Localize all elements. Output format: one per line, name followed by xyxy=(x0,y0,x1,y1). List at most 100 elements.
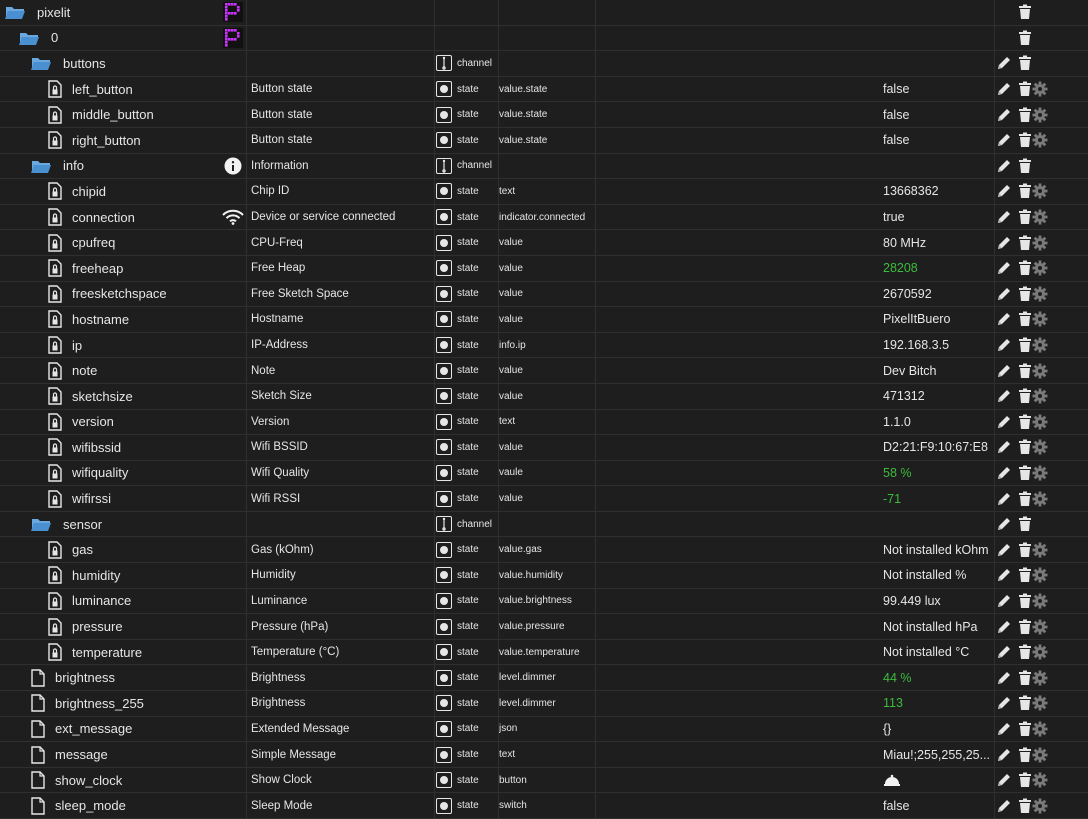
tree-state-row[interactable]: left_button Button state state value.state f… xyxy=(0,76,1088,103)
edit-pencil-icon[interactable] xyxy=(996,644,1012,660)
object-value[interactable]: 44 % xyxy=(883,665,995,690)
delete-trash-icon[interactable] xyxy=(1018,644,1032,660)
object-value[interactable]: Not installed kOhm xyxy=(883,537,995,562)
object-name-cell[interactable]: ext_message xyxy=(0,717,251,742)
settings-gear-icon[interactable] xyxy=(1032,260,1048,276)
tree-state-row[interactable]: chipid Chip ID state text 13668362 xyxy=(0,179,1088,205)
object-name[interactable]: humidity xyxy=(72,568,120,583)
edit-pencil-icon[interactable] xyxy=(996,55,1012,71)
delete-trash-icon[interactable] xyxy=(1018,619,1032,635)
object-value[interactable]: false xyxy=(883,77,995,102)
delete-trash-icon[interactable] xyxy=(1018,567,1032,583)
edit-action[interactable] xyxy=(996,388,1012,404)
object-name[interactable]: note xyxy=(72,363,97,378)
gear-action[interactable] xyxy=(1032,132,1048,148)
edit-action[interactable] xyxy=(996,209,1012,225)
edit-pencil-icon[interactable] xyxy=(996,491,1012,507)
settings-gear-icon[interactable] xyxy=(1032,414,1048,430)
object-value[interactable] xyxy=(883,51,995,76)
folder-open-icon[interactable] xyxy=(31,516,51,532)
object-name[interactable]: wifirssi xyxy=(72,491,111,506)
delete-trash-icon[interactable] xyxy=(1018,260,1032,276)
edit-pencil-icon[interactable] xyxy=(996,286,1012,302)
object-name-cell[interactable]: 0 xyxy=(0,26,239,51)
edit-pencil-icon[interactable] xyxy=(996,107,1012,123)
delete-action[interactable] xyxy=(1018,798,1032,814)
object-name[interactable]: freesketchspace xyxy=(72,286,167,301)
settings-gear-icon[interactable] xyxy=(1032,747,1048,763)
gear-action[interactable] xyxy=(1032,619,1048,635)
edit-action[interactable] xyxy=(996,747,1012,763)
object-name[interactable]: ext_message xyxy=(55,721,132,736)
object-value[interactable]: 99.449 lux xyxy=(883,589,995,614)
delete-action[interactable] xyxy=(1018,286,1032,302)
delete-trash-icon[interactable] xyxy=(1018,491,1032,507)
gear-action[interactable] xyxy=(1032,388,1048,404)
object-name-cell[interactable]: sleep_mode xyxy=(0,793,251,818)
object-value[interactable]: false xyxy=(883,793,995,818)
object-name-cell[interactable]: brightness_255 xyxy=(0,691,251,716)
object-value[interactable]: D2:21:F9:10:67:E8 xyxy=(883,435,995,460)
edit-action[interactable] xyxy=(996,491,1012,507)
delete-trash-icon[interactable] xyxy=(1018,388,1032,404)
object-value[interactable]: 2670592 xyxy=(883,282,995,307)
object-value[interactable] xyxy=(883,768,995,793)
object-name-cell[interactable]: show_clock xyxy=(0,768,251,793)
object-name[interactable]: ip xyxy=(72,338,82,353)
delete-trash-icon[interactable] xyxy=(1018,183,1032,199)
object-name[interactable]: wifibssid xyxy=(72,440,121,455)
tree-state-row[interactable]: ip IP-Address state info.ip 192.168.3.5 xyxy=(0,332,1088,359)
object-name[interactable]: message xyxy=(55,747,108,762)
delete-trash-icon[interactable] xyxy=(1018,311,1032,327)
object-value[interactable]: PixelItBuero xyxy=(883,307,995,332)
object-name-cell[interactable]: pixelit xyxy=(0,0,225,25)
tree-folder-row[interactable]: pixelit xyxy=(0,0,1088,26)
object-name[interactable]: right_button xyxy=(72,133,141,148)
delete-action[interactable] xyxy=(1018,439,1032,455)
settings-gear-icon[interactable] xyxy=(1032,132,1048,148)
delete-action[interactable] xyxy=(1018,619,1032,635)
tree-state-row[interactable]: cpufreq CPU-Freq state value 80 MHz xyxy=(0,230,1088,256)
delete-action[interactable] xyxy=(1018,644,1032,660)
gear-action[interactable] xyxy=(1032,286,1048,302)
edit-action[interactable] xyxy=(996,567,1012,583)
object-name[interactable]: freeheap xyxy=(72,261,123,276)
settings-gear-icon[interactable] xyxy=(1032,798,1048,814)
edit-pencil-icon[interactable] xyxy=(996,439,1012,455)
edit-pencil-icon[interactable] xyxy=(996,772,1012,788)
settings-gear-icon[interactable] xyxy=(1032,388,1048,404)
delete-action[interactable] xyxy=(1018,158,1032,174)
edit-pencil-icon[interactable] xyxy=(996,747,1012,763)
edit-pencil-icon[interactable] xyxy=(996,132,1012,148)
delete-trash-icon[interactable] xyxy=(1018,4,1032,20)
object-name[interactable]: pixelit xyxy=(37,5,70,20)
settings-gear-icon[interactable] xyxy=(1032,567,1048,583)
edit-action[interactable] xyxy=(996,107,1012,123)
edit-pencil-icon[interactable] xyxy=(996,183,1012,199)
gear-action[interactable] xyxy=(1032,107,1048,123)
settings-gear-icon[interactable] xyxy=(1032,286,1048,302)
object-name[interactable]: temperature xyxy=(72,645,142,660)
object-name[interactable]: gas xyxy=(72,542,93,557)
settings-gear-icon[interactable] xyxy=(1032,644,1048,660)
object-name[interactable]: version xyxy=(72,414,114,429)
settings-gear-icon[interactable] xyxy=(1032,593,1048,609)
tree-state-row[interactable]: wifibssid Wifi BSSID state value D2:21:F9:10… xyxy=(0,435,1088,461)
edit-action[interactable] xyxy=(996,235,1012,251)
gear-action[interactable] xyxy=(1032,465,1048,481)
edit-action[interactable] xyxy=(996,337,1012,353)
edit-pencil-icon[interactable] xyxy=(996,516,1012,532)
object-name[interactable]: buttons xyxy=(63,56,106,71)
edit-action[interactable] xyxy=(996,81,1012,97)
edit-pencil-icon[interactable] xyxy=(996,388,1012,404)
edit-pencil-icon[interactable] xyxy=(996,209,1012,225)
delete-action[interactable] xyxy=(1018,542,1032,558)
gear-action[interactable] xyxy=(1032,721,1048,737)
folder-open-icon[interactable] xyxy=(31,158,51,174)
delete-trash-icon[interactable] xyxy=(1018,209,1032,225)
object-name[interactable]: wifiquality xyxy=(72,465,128,480)
object-name[interactable]: brightness_255 xyxy=(55,696,144,711)
object-name-cell[interactable]: message xyxy=(0,742,251,767)
edit-action[interactable] xyxy=(996,158,1012,174)
gear-action[interactable] xyxy=(1032,695,1048,711)
